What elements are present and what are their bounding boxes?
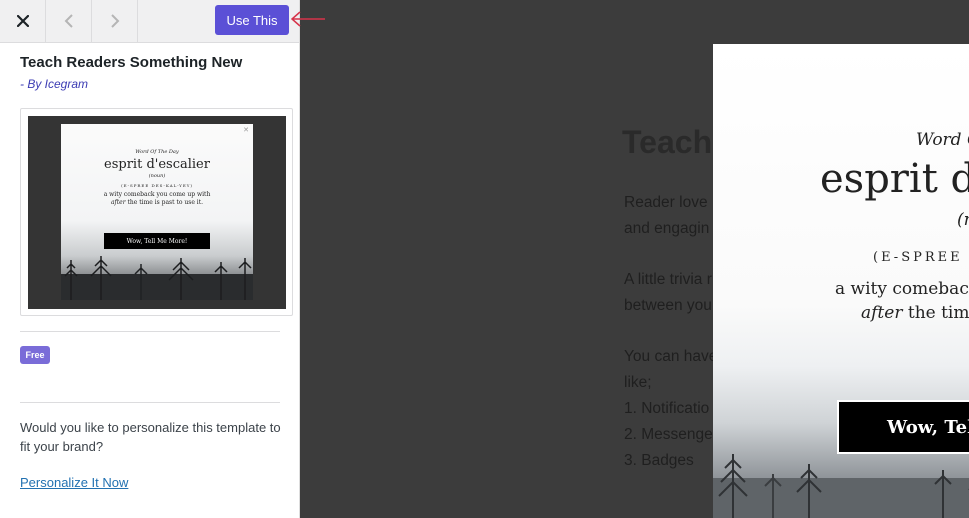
thumb-word: esprit d'escalier bbox=[104, 157, 210, 172]
template-title: Teach Readers Something New bbox=[20, 54, 243, 71]
thumb-definition-line1: a wity comeback you come up with bbox=[103, 191, 211, 198]
background-text-line: 3. Badges bbox=[624, 452, 694, 469]
popup-pronunciation: (E-SPREE D bbox=[873, 250, 969, 265]
personalize-question: Would you like to personalize this templ… bbox=[20, 420, 281, 454]
template-preview: Teach Reader love and engagin A little t… bbox=[300, 0, 969, 518]
background-text-line: 1. Notificatio bbox=[624, 400, 710, 417]
background-text-line: and engagin bbox=[624, 220, 710, 237]
previous-template-button[interactable] bbox=[46, 0, 92, 42]
background-text-line: A little trivia r bbox=[624, 271, 712, 288]
price-badge: Free bbox=[20, 346, 50, 364]
thumb-pronunciation: (E-SPREE DES-KAL-YEY) bbox=[121, 183, 193, 188]
personalize-link[interactable]: Personalize It Now bbox=[20, 475, 128, 490]
divider bbox=[20, 402, 280, 403]
popup-definition-line2: after the time bbox=[861, 303, 969, 323]
thumb-part-of-speech: (noun) bbox=[148, 173, 166, 179]
background-text-line: You can have bbox=[624, 348, 718, 365]
next-template-button[interactable] bbox=[92, 0, 138, 42]
popup-preview: Word O esprit d (n (E-SPREE D a wity com… bbox=[713, 44, 969, 518]
use-this-button[interactable]: Use This bbox=[215, 5, 289, 35]
thumbnail-popup: ✕ Word Of The Day esprit d'escalier (nou… bbox=[61, 124, 253, 300]
template-author: - By Icegram bbox=[20, 77, 89, 91]
popup-part-of-speech: (n bbox=[957, 210, 969, 230]
thumb-cta-button: Wow, Tell Me More! bbox=[104, 233, 210, 249]
background-text-line: between you bbox=[624, 297, 712, 314]
thumb-definition-line2: after the time is past to use it. bbox=[110, 199, 204, 206]
popup-word-of-day: Word O bbox=[916, 130, 969, 150]
chevron-right-icon bbox=[110, 14, 119, 28]
template-sidebar: Use This Teach Readers Something New - B… bbox=[0, 0, 300, 518]
popup-definition-line1: a wity comeback bbox=[835, 279, 969, 299]
divider bbox=[20, 331, 280, 332]
annotation-arrow-icon bbox=[290, 11, 325, 27]
template-thumbnail: ✕ Word Of The Day esprit d'escalier (nou… bbox=[20, 108, 293, 316]
close-button[interactable] bbox=[0, 0, 46, 42]
background-text-line: like; bbox=[624, 374, 652, 391]
thumb-word-of-day: Word Of The Day bbox=[135, 149, 179, 155]
background-text-line: Reader love bbox=[624, 194, 708, 211]
background-text-line: 2. Messenge bbox=[624, 426, 713, 443]
popup-cta-button[interactable]: Wow, Tel bbox=[837, 400, 969, 454]
chevron-left-icon bbox=[64, 14, 73, 28]
thumbnail-backdrop: ✕ Word Of The Day esprit d'escalier (nou… bbox=[28, 116, 286, 309]
close-icon bbox=[16, 15, 29, 27]
background-heading: Teach bbox=[622, 124, 713, 160]
sidebar-toolbar: Use This bbox=[0, 0, 299, 43]
popup-word: esprit d bbox=[820, 156, 969, 202]
thumbnail-close-icon: ✕ bbox=[243, 127, 249, 134]
thumb-forest-image bbox=[61, 256, 253, 300]
